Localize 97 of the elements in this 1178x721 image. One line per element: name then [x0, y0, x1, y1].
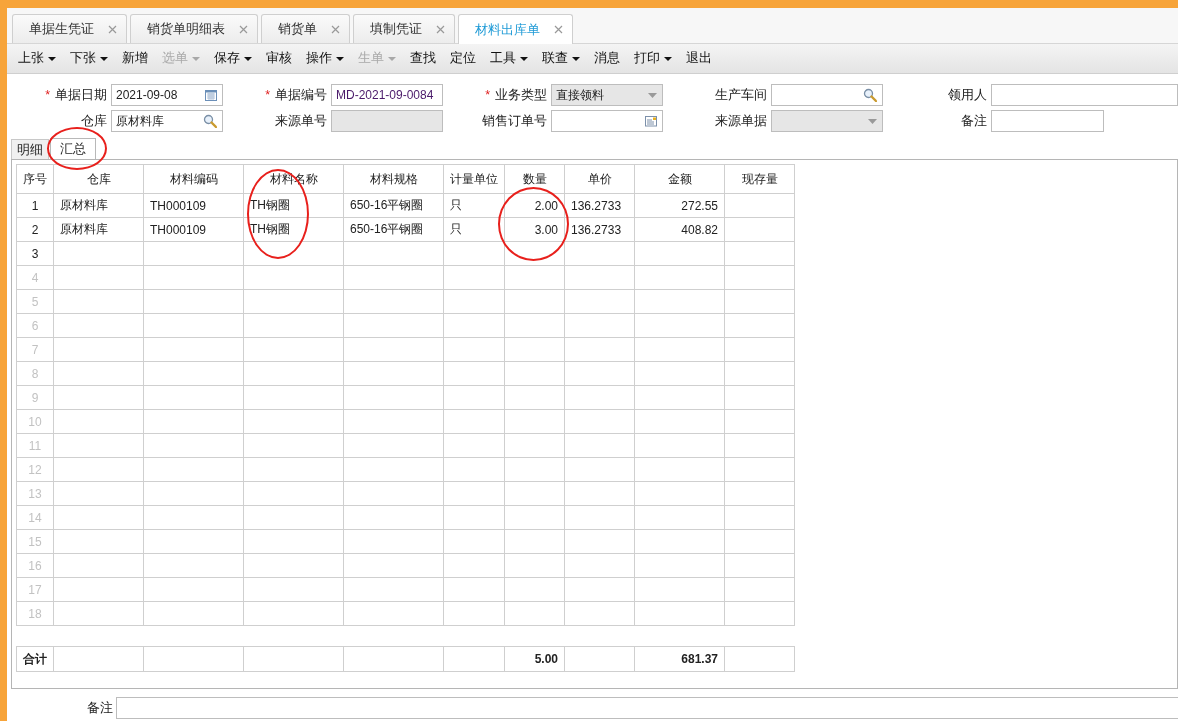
tab[interactable]: 销货单 — [261, 14, 350, 43]
table-cell: 原材料库 — [53, 217, 144, 242]
table-cell: 只 — [443, 217, 505, 242]
column-header: 单价 — [564, 164, 635, 194]
lookup-field[interactable] — [771, 84, 883, 106]
table-cell: 650-16平钢圈 — [343, 217, 444, 242]
search-icon[interactable] — [863, 88, 877, 102]
field-label: 单据编号 — [275, 86, 327, 104]
toolbar-button[interactable]: 审核 — [259, 46, 299, 71]
table-cell: 272.55 — [634, 193, 725, 218]
picker-field[interactable] — [551, 110, 663, 132]
table-cell: 408.82 — [634, 217, 725, 242]
column-header: 序号 — [16, 164, 54, 194]
field-label: 领用人 — [948, 86, 987, 104]
field-label: 来源单号 — [275, 112, 327, 130]
row-number: 2 — [16, 217, 54, 242]
required-asterisk: * — [485, 88, 490, 102]
table-cell: 136.2733 — [564, 193, 635, 218]
row-number: 4 — [16, 265, 54, 290]
toolbar-button[interactable]: 定位 — [443, 46, 483, 71]
toolbar-button[interactable]: 消息 — [587, 46, 627, 71]
row-number: 5 — [16, 289, 54, 314]
row-number: 18 — [16, 601, 54, 626]
toolbar-button[interactable]: 新增 — [115, 46, 155, 71]
readonly-field[interactable] — [331, 110, 443, 132]
table-cell: TH钢圈 — [243, 193, 344, 218]
required-asterisk: * — [265, 88, 270, 102]
toolbar-button[interactable]: 查找 — [403, 46, 443, 71]
column-header: 计量单位 — [443, 164, 505, 194]
row-number: 3 — [16, 241, 54, 266]
close-icon[interactable] — [436, 24, 445, 34]
toolbar-button[interactable]: 下张 — [63, 46, 115, 71]
input-field[interactable]: MD-2021-09-0084 — [331, 84, 443, 106]
tab[interactable]: 填制凭证 — [353, 14, 455, 43]
toolbar-button[interactable]: 操作 — [299, 46, 351, 71]
field-label: 仓库 — [81, 112, 107, 130]
close-icon[interactable] — [239, 24, 248, 34]
toolbar-button[interactable]: 退出 — [679, 46, 719, 71]
close-icon[interactable] — [108, 24, 117, 34]
table-cell: TH000109 — [143, 217, 244, 242]
table-cell: 原材料库 — [53, 193, 144, 218]
tab[interactable]: 明细 — [11, 139, 49, 160]
total-cell: 681.37 — [634, 646, 725, 672]
lookup-field[interactable]: 原材料库 — [111, 110, 223, 132]
total-label: 合计 — [16, 646, 54, 672]
tab[interactable]: 汇总 — [50, 138, 96, 160]
table-cell: 2.00 — [504, 193, 565, 218]
field-label: 销售订单号 — [482, 112, 547, 130]
column-header: 现存量 — [724, 164, 795, 194]
date-field[interactable]: 2021-09-08 — [111, 84, 223, 106]
row-number: 11 — [16, 433, 54, 458]
toolbar-button[interactable]: 联查 — [535, 46, 587, 71]
row-number: 16 — [16, 553, 54, 578]
field-label: 单据日期 — [55, 86, 107, 104]
table-cell: TH钢圈 — [243, 217, 344, 242]
table-cell: 650-16平钢圈 — [343, 193, 444, 218]
required-asterisk: * — [45, 88, 50, 102]
field-label: 生产车间 — [715, 86, 767, 104]
table-cell: 只 — [443, 193, 505, 218]
row-number: 1 — [16, 193, 54, 218]
field-label: 备注 — [961, 112, 987, 130]
table-cell: 136.2733 — [564, 217, 635, 242]
row-number: 17 — [16, 577, 54, 602]
toolbar-button[interactable]: 保存 — [207, 46, 259, 71]
field-label: 来源单据 — [715, 112, 767, 130]
calendar-icon[interactable] — [205, 89, 217, 101]
row-number: 12 — [16, 457, 54, 482]
search-icon[interactable] — [203, 114, 217, 128]
close-icon[interactable] — [554, 25, 563, 34]
field-label: 业务类型 — [495, 86, 547, 104]
table-cell: TH000109 — [143, 193, 244, 218]
input-field[interactable] — [991, 84, 1178, 106]
input-field[interactable] — [991, 110, 1104, 132]
row-number: 9 — [16, 385, 54, 410]
toolbar-button[interactable]: 工具 — [483, 46, 535, 71]
document-picker-icon[interactable] — [645, 115, 657, 127]
row-number: 14 — [16, 505, 54, 530]
column-header: 材料规格 — [343, 164, 444, 194]
row-number: 13 — [16, 481, 54, 506]
close-icon[interactable] — [331, 24, 340, 34]
row-number: 15 — [16, 529, 54, 554]
column-header: 材料编码 — [143, 164, 244, 194]
tab[interactable]: 单据生凭证 — [12, 14, 127, 43]
toolbar-button[interactable]: 上张 — [11, 46, 63, 71]
table-cell: 3.00 — [504, 217, 565, 242]
total-cell: 5.00 — [504, 646, 565, 672]
row-number: 7 — [16, 337, 54, 362]
tab[interactable]: 销货单明细表 — [130, 14, 258, 43]
column-header: 数量 — [504, 164, 565, 194]
column-header: 金额 — [634, 164, 725, 194]
toolbar-button[interactable]: 打印 — [627, 46, 679, 71]
input-field[interactable] — [116, 697, 1178, 719]
column-header: 仓库 — [53, 164, 144, 194]
row-number: 6 — [16, 313, 54, 338]
row-number: 8 — [16, 361, 54, 386]
field-label: 备注 — [87, 699, 113, 717]
row-number: 10 — [16, 409, 54, 434]
